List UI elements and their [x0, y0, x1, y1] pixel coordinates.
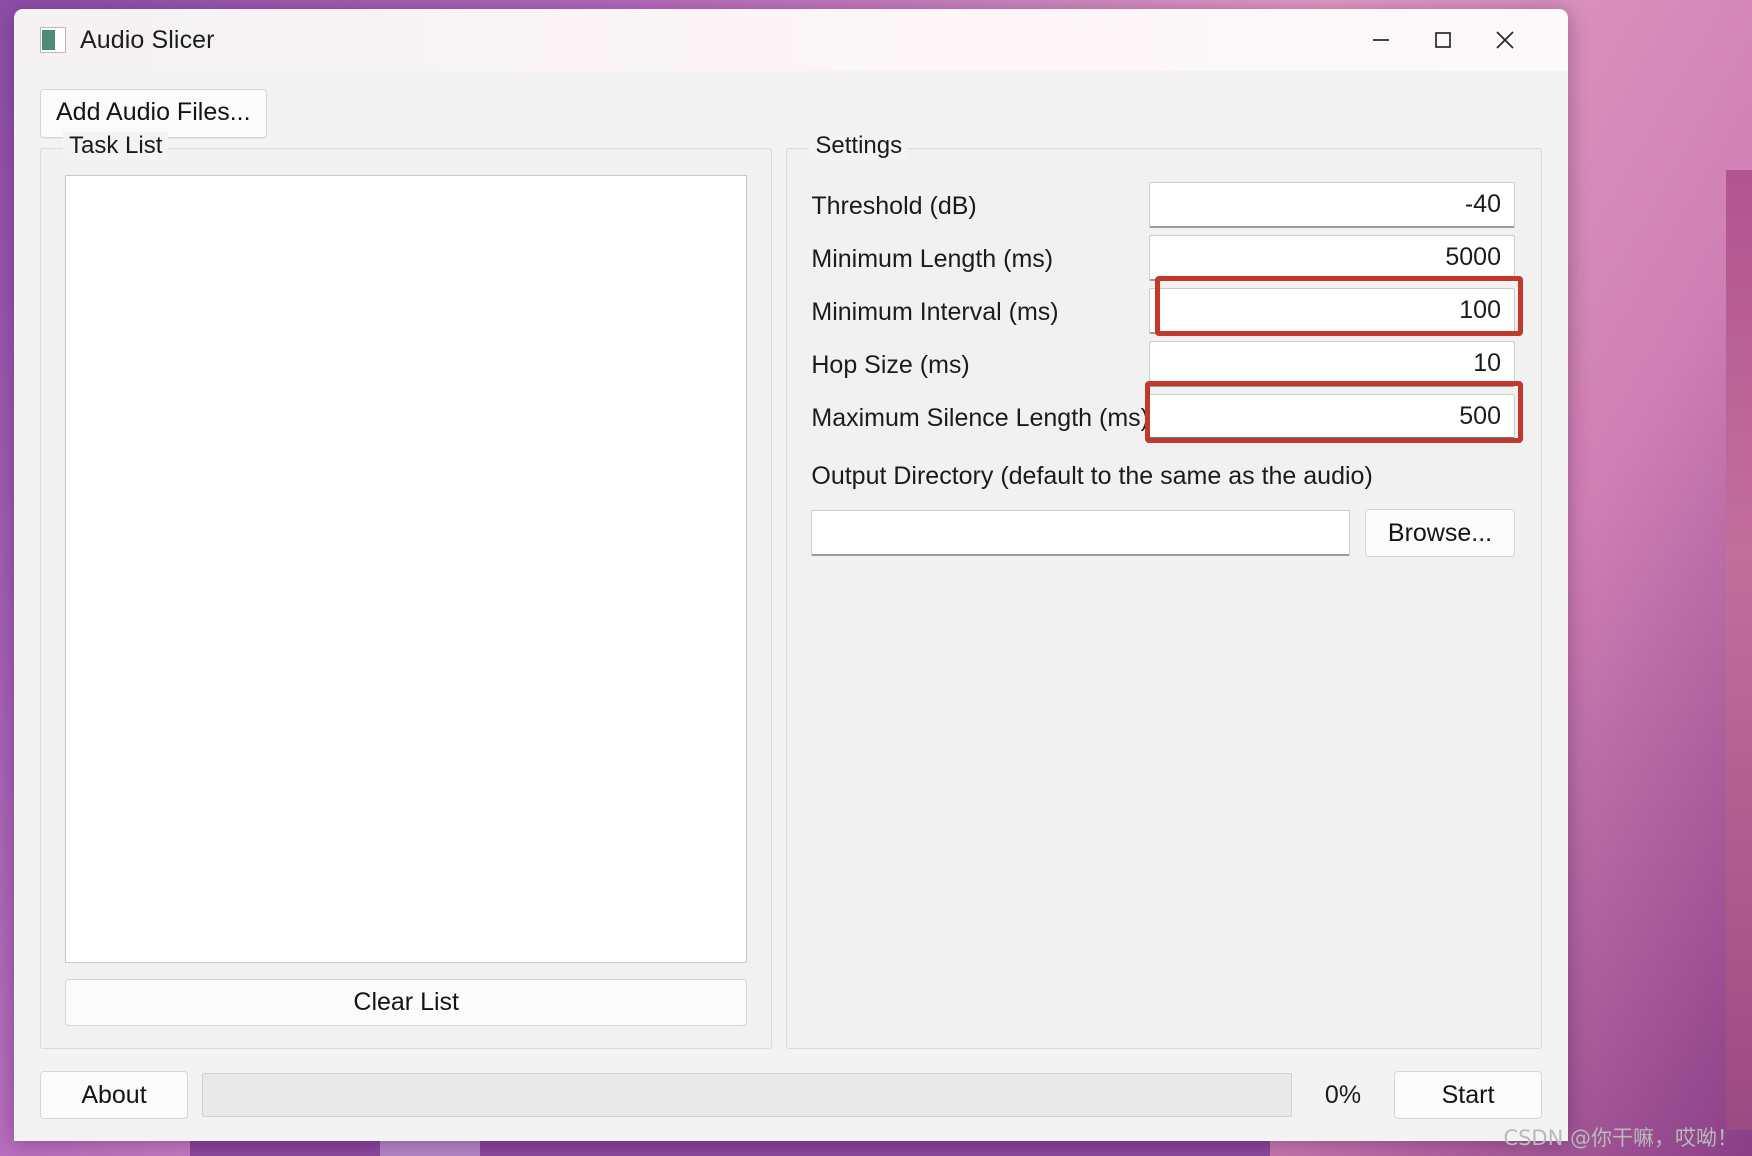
task-list-group-title: Task List	[63, 132, 169, 160]
settings-group-title: Settings	[809, 132, 909, 160]
main-content: Task List Clear List Settings Threshold …	[14, 132, 1568, 1049]
settings-rows: Threshold (dB) -40 Minimum Length (ms) 5…	[811, 175, 1523, 443]
maximize-icon[interactable]	[1412, 9, 1474, 71]
window-title: Audio Slicer	[80, 25, 215, 54]
minimum-interval-label: Minimum Interval (ms)	[811, 298, 1059, 326]
wallpaper-right-strip	[1726, 170, 1752, 1130]
settings-panel: Settings Threshold (dB) -40 Minimum Leng…	[786, 132, 1542, 1049]
setting-row-minimum-length: Minimum Length (ms) 5000	[811, 228, 1515, 281]
progress-bar	[202, 1073, 1292, 1117]
setting-row-minimum-interval: Minimum Interval (ms) 100	[811, 276, 1523, 336]
task-list-box[interactable]	[65, 175, 748, 963]
browse-button[interactable]: Browse...	[1365, 509, 1515, 557]
output-directory-row: Browse...	[811, 509, 1515, 557]
clear-list-button[interactable]: Clear List	[65, 979, 748, 1026]
output-directory-label: Output Directory (default to the same as…	[811, 462, 1373, 490]
csdn-watermark: CSDN @你干嘛，哎呦！	[1503, 1126, 1738, 1150]
output-directory-input[interactable]	[811, 510, 1350, 556]
setting-row-hop-size: Hop Size (ms) 10	[811, 334, 1515, 387]
threshold-label: Threshold (dB)	[811, 192, 977, 220]
maximum-silence-length-input[interactable]: 500	[1149, 394, 1515, 440]
desktop-background: Audio Slicer Add Audio Files... Task Lis…	[0, 0, 1752, 1156]
about-button[interactable]: About	[40, 1071, 188, 1119]
audio-slicer-window: Audio Slicer Add Audio Files... Task Lis…	[14, 9, 1568, 1141]
minimum-length-label: Minimum Length (ms)	[811, 245, 1054, 273]
task-list-panel: Task List Clear List	[40, 132, 773, 1049]
audio-slicer-icon	[40, 27, 66, 53]
minimum-interval-input[interactable]: 100	[1149, 288, 1515, 334]
window-controls	[1350, 9, 1568, 71]
add-audio-files-button[interactable]: Add Audio Files...	[40, 89, 267, 138]
start-button[interactable]: Start	[1394, 1071, 1542, 1119]
hop-size-label: Hop Size (ms)	[811, 351, 970, 379]
toolbar: Add Audio Files...	[14, 71, 1568, 148]
minimize-icon[interactable]	[1350, 9, 1412, 71]
threshold-input[interactable]: -40	[1149, 182, 1515, 228]
setting-row-maximum-silence-length: Maximum Silence Length (ms) 500	[811, 381, 1523, 443]
close-icon[interactable]	[1474, 9, 1536, 71]
minimum-length-input[interactable]: 5000	[1149, 235, 1515, 281]
setting-row-threshold: Threshold (dB) -40	[811, 175, 1515, 228]
title-bar: Audio Slicer	[14, 9, 1568, 71]
maximum-silence-length-label: Maximum Silence Length (ms)	[811, 404, 1149, 432]
progress-percent-label: 0%	[1324, 1080, 1362, 1109]
hop-size-input[interactable]: 10	[1149, 341, 1515, 387]
status-bar: About 0% Start	[14, 1049, 1568, 1141]
